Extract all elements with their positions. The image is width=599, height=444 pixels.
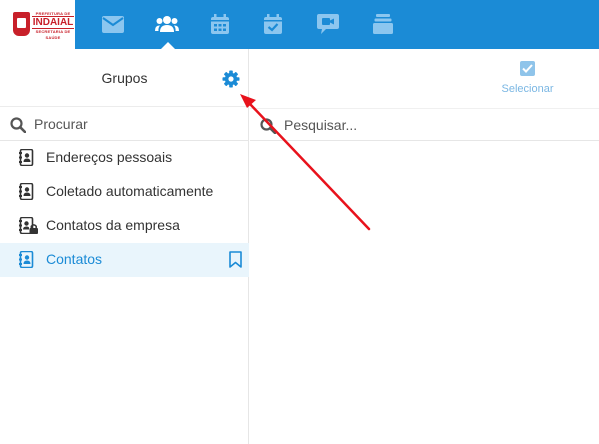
files-icon[interactable] <box>368 10 398 38</box>
address-book-locked-icon <box>19 216 39 239</box>
groups-search <box>0 108 249 141</box>
logo-city: INDAIAL <box>32 16 74 29</box>
gear-icon[interactable] <box>221 69 241 89</box>
contacts-list-panel: Selecionar <box>250 49 599 444</box>
address-book-item-contacts[interactable]: Contatos <box>0 243 249 277</box>
search-icon <box>10 117 27 138</box>
address-book-icon <box>19 148 34 171</box>
groups-search-input[interactable] <box>34 114 234 134</box>
contacts-search-input[interactable] <box>284 115 584 135</box>
select-button-label: Selecionar <box>501 83 554 95</box>
address-book-item-company[interactable]: Contatos da empresa <box>0 209 249 243</box>
address-book-icon <box>19 182 34 205</box>
top-navigation-bar: PREFEITURA DE INDAIAL SECRETARIA DE SAÚD… <box>0 0 599 50</box>
bookmark-icon[interactable] <box>229 251 242 273</box>
logo-top-text: PREFEITURA DE <box>35 11 71 16</box>
groups-header: Grupos <box>0 49 249 107</box>
groups-title: Grupos <box>101 70 148 86</box>
groups-panel: Grupos Procurar Endereços pessoais Colet… <box>0 49 249 444</box>
tasks-icon[interactable] <box>258 10 288 38</box>
search-icon <box>260 118 277 139</box>
calendar-icon[interactable] <box>205 10 235 38</box>
address-book-label: Endereços pessoais <box>46 149 173 165</box>
address-book-icon <box>19 250 34 273</box>
address-book-label: Contatos <box>46 251 103 267</box>
mail-icon[interactable] <box>98 10 128 38</box>
contacts-search <box>250 108 599 141</box>
contacts-icon[interactable] <box>152 10 182 50</box>
organization-logo[interactable]: PREFEITURA DE INDAIAL SECRETARIA DE SAÚD… <box>0 0 75 49</box>
video-chat-icon[interactable] <box>313 10 343 38</box>
select-button[interactable]: Selecionar <box>495 59 560 99</box>
logo-subtitle: SECRETARIA DE SAÚDE <box>35 29 71 40</box>
address-book-item-collected[interactable]: Coletado automaticamente <box>0 175 249 209</box>
logo-text: PREFEITURA DE INDAIAL SECRETARIA DE SAÚD… <box>32 11 74 41</box>
checkbox-icon <box>520 61 535 76</box>
address-book-item-personal[interactable]: Endereços pessoais <box>0 141 249 175</box>
address-book-list: Endereços pessoais Coletado automaticame… <box>0 141 249 277</box>
crest-icon <box>13 12 30 36</box>
address-book-label: Coletado automaticamente <box>46 183 214 199</box>
address-book-label: Contatos da empresa <box>46 217 180 233</box>
